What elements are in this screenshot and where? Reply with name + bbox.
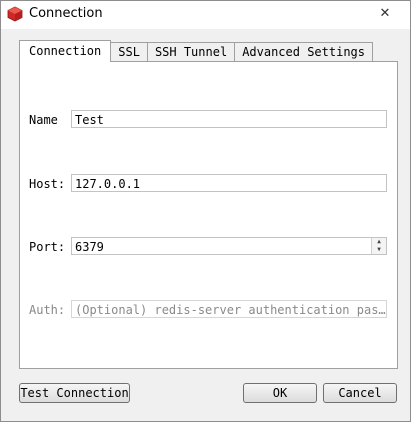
host-label: Host: — [29, 177, 66, 191]
close-button[interactable]: ✕ — [370, 3, 400, 23]
auth-field[interactable]: (Optional) redis-server authentication p… — [71, 300, 387, 318]
name-field[interactable]: Test — [71, 110, 387, 128]
tab-ssh-tunnel[interactable]: SSH Tunnel — [146, 42, 236, 61]
redis-desktop-icon — [7, 6, 23, 22]
port-value: 6379 — [75, 240, 104, 254]
name-label: Name — [29, 113, 58, 127]
cancel-button[interactable]: Cancel — [323, 383, 397, 403]
tab-bar: Connection SSL SSH Tunnel Advanced Setti… — [19, 40, 374, 62]
connection-dialog: Connection ✕ Connection SSL SSH Tunnel A… — [0, 0, 411, 422]
title-bar: Connection ✕ — [1, 1, 410, 29]
tab-ssl[interactable]: SSL — [110, 42, 148, 61]
close-icon: ✕ — [379, 5, 391, 21]
tab-advanced-settings[interactable]: Advanced Settings — [234, 42, 374, 61]
host-field[interactable]: 127.0.0.1 — [71, 174, 387, 192]
test-connection-button[interactable]: Test Connection — [19, 383, 130, 403]
window-title: Connection — [29, 6, 103, 21]
port-label: Port: — [29, 240, 66, 254]
port-spinner: ▲ ▼ — [371, 238, 386, 254]
connection-panel: Name Test Host: 127.0.0.1 Port: 6379 ▲ ▼… — [19, 61, 398, 369]
port-stepper[interactable]: 6379 ▲ ▼ — [71, 237, 387, 255]
ok-button[interactable]: OK — [243, 383, 317, 403]
auth-label: Auth: — [29, 303, 66, 317]
spin-down-icon[interactable]: ▼ — [372, 246, 386, 254]
tab-connection[interactable]: Connection — [19, 40, 112, 62]
